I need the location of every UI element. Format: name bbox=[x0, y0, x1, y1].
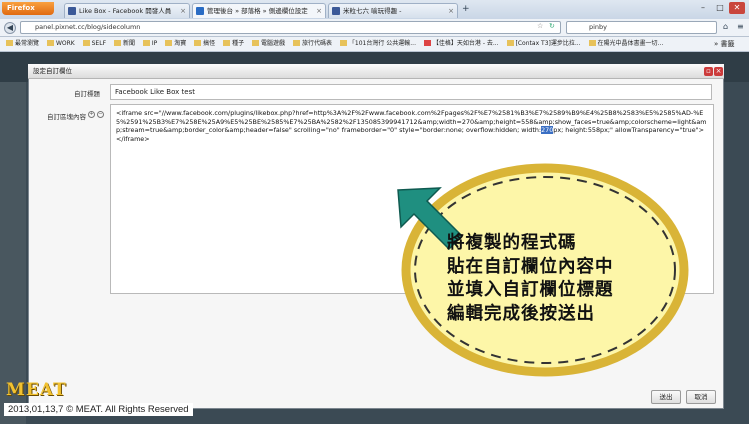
meat-logo: MEAT bbox=[6, 380, 67, 400]
callout-line: 將複製的程式碼 bbox=[447, 233, 577, 253]
copyright-watermark: 2013,01,13,7 © MEAT. All Rights Reserved bbox=[4, 403, 193, 416]
callout-text: 將複製的程式碼 貼在自訂欄位內容中 並填入自訂欄位標題 編輯完成後按送出 bbox=[447, 232, 614, 326]
callout-line: 貼在自訂欄位內容中 bbox=[447, 256, 614, 277]
callout-line: 編輯完成後按送出 bbox=[447, 303, 595, 324]
callout-line: 並填入自訂欄位標題 bbox=[447, 280, 614, 300]
annotation-overlay bbox=[397, 163, 689, 377]
